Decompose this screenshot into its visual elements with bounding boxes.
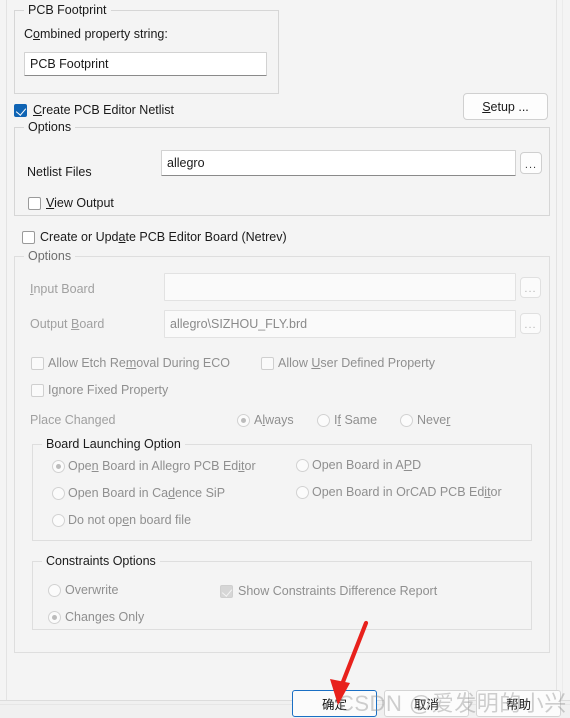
radio-changes-only-label: Changes Only [65,610,145,624]
radio-overwrite[interactable] [48,584,61,597]
radio-open-board-apd-label: Open Board in APD [312,458,422,472]
place-changed-radio-if-same[interactable] [317,414,330,427]
allow-user-defined-property-label: Allow User Defined Property [278,356,436,370]
ok-button-label: 确定 [321,698,347,712]
allow-etch-removal-checkbox[interactable] [31,357,44,370]
netlist-files-input[interactable]: allegro [161,150,516,176]
radio-open-board-allegro-label: Open Board in Allegro PCB Editor [68,459,256,473]
ignore-fixed-property-label: Ignore Fixed Property [48,383,169,397]
place-changed-radio-never-label: Never [417,413,451,427]
help-button[interactable]: 帮助 [476,690,561,717]
cancel-button[interactable]: 取消 [384,690,469,717]
netlist-files-browse-button[interactable]: ... [520,152,542,174]
place-changed-radio-always-label: Always [254,413,294,427]
dialog-right-edge [556,0,557,700]
create-or-update-board-label: Create or Update PCB Editor Board (Netre… [40,230,287,244]
combined-property-string-label: Combined property string: [24,27,168,41]
radio-do-not-open-board-file-label: Do not open board file [68,513,192,527]
place-changed-radio-never[interactable] [400,414,413,427]
setup-button[interactable]: Setup ... [463,93,548,120]
ellipsis-icon: ... [524,283,537,295]
view-output-checkbox[interactable] [28,197,41,210]
allow-etch-removal-label: Allow Etch Removal During ECO [48,356,231,370]
radio-do-not-open-board-file[interactable] [52,514,65,527]
ok-button[interactable]: 确定 [292,690,377,717]
combined-property-string-input[interactable]: PCB Footprint [24,52,267,76]
place-changed-radio-if-same-label: If Same [334,413,378,427]
netlist-files-label: Netlist Files [27,165,92,179]
board-launching-option-group-legend: Board Launching Option [42,437,185,451]
input-board-input[interactable] [164,273,516,301]
input-board-browse-button[interactable]: ... [520,277,541,298]
setup-button-label: Setup ... [482,99,529,114]
dialog-scroll-gutter[interactable] [562,0,563,700]
input-board-label: Input Board [30,282,95,296]
ignore-fixed-property-checkbox[interactable] [31,384,44,397]
radio-open-board-orcad-label: Open Board in OrCAD PCB Editor [312,485,502,499]
place-changed-label: Place Changed [30,413,116,427]
radio-overwrite-label: Overwrite [65,583,119,597]
help-button-label: 帮助 [505,698,531,712]
radio-open-board-cadence-sip-label: Open Board in Cadence SiP [68,486,226,500]
netrev-options-group-legend: Options [24,249,76,263]
radio-changes-only[interactable] [48,611,61,624]
cancel-button-label: 取消 [413,698,439,712]
allow-user-defined-property-checkbox[interactable] [261,357,274,370]
ellipsis-icon: ... [524,159,538,171]
output-board-value: allegro\SIZHOU_FLY.brd [170,317,308,331]
place-changed-radio-always[interactable] [237,414,250,427]
output-board-label: Output Board [30,317,105,331]
create-pcb-editor-netlist-label: Create PCB Editor Netlist [33,103,175,117]
create-pcb-editor-netlist-checkbox[interactable] [14,104,27,117]
radio-open-board-orcad[interactable] [296,486,309,499]
dialog-scroll-area: PCB Footprint Combined property string: … [0,0,570,700]
view-output-label: View Output [46,196,114,210]
netlist-files-value: allegro [167,156,205,170]
dialog-left-edge [6,0,7,700]
output-board-browse-button[interactable]: ... [520,313,541,334]
netlist-options-group-legend: Options [24,120,76,134]
radio-open-board-cadence-sip[interactable] [52,487,65,500]
output-board-input[interactable]: allegro\SIZHOU_FLY.brd [164,310,516,338]
radio-open-board-apd[interactable] [296,459,309,472]
radio-open-board-allegro[interactable] [52,460,65,473]
create-or-update-board-checkbox[interactable] [22,231,35,244]
create-netlist-dialog: PCB Footprint Combined property string: … [0,0,570,718]
constraints-options-group-legend: Constraints Options [42,554,160,568]
combined-property-string-value: PCB Footprint [30,57,109,71]
show-constraints-difference-report-label: Show Constraints Difference Report [238,584,438,598]
pcb-footprint-group-legend: PCB Footprint [24,3,111,17]
ellipsis-icon: ... [524,319,537,331]
show-constraints-difference-report-checkbox[interactable] [220,585,233,598]
